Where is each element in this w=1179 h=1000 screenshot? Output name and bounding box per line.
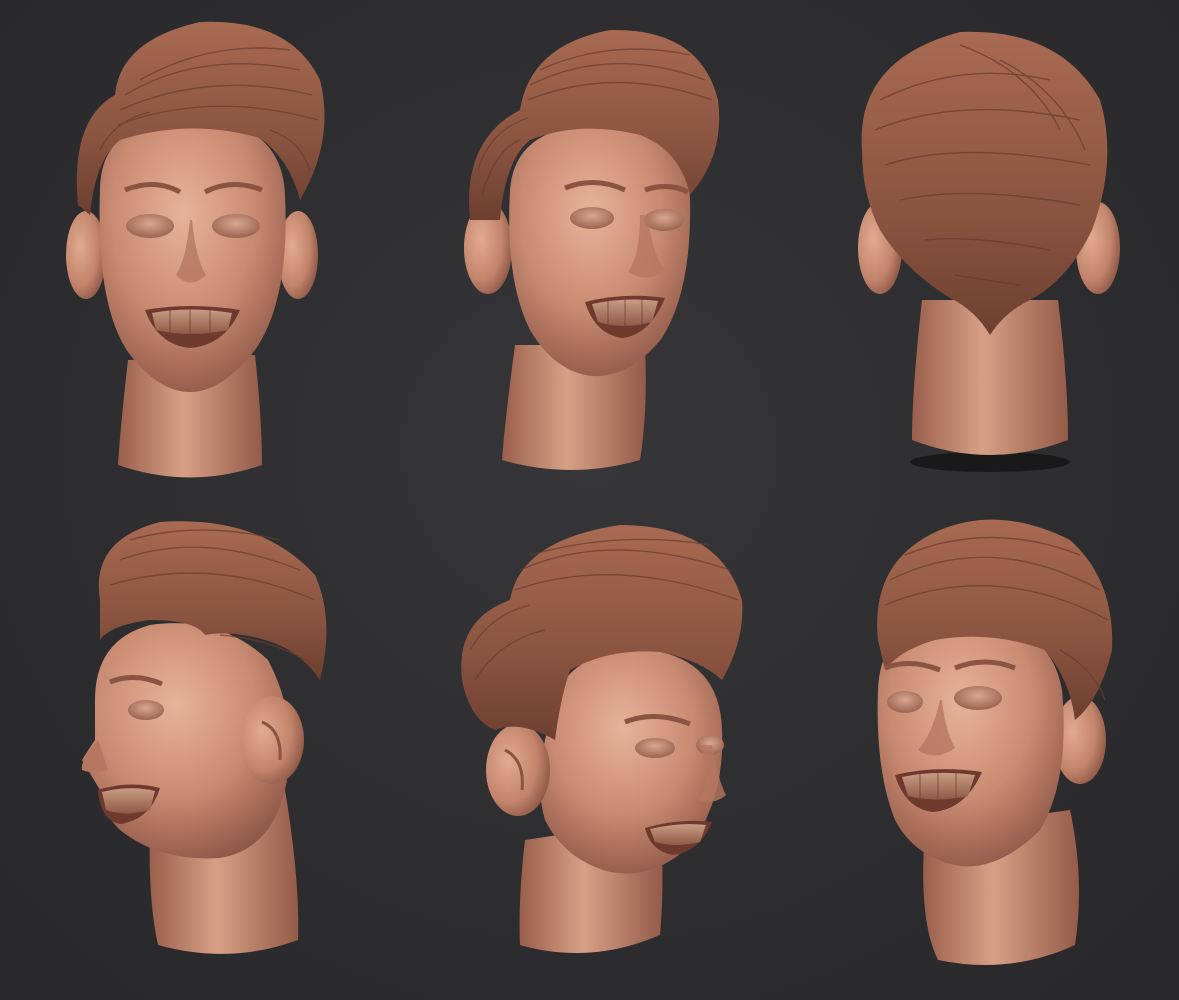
sculpt-turnaround-sheet: [0, 0, 1179, 1000]
head-back-icon: [858, 31, 1120, 472]
head-three-quarter-icon: [461, 525, 743, 953]
head-profile-icon: [81, 521, 327, 954]
head-back-view: [858, 31, 1120, 472]
head-three-quarter-view-low: [877, 519, 1113, 965]
head-three-quarter-icon: [464, 29, 720, 470]
head-three-quarter-view-upper: [464, 29, 720, 470]
head-front-icon: [66, 21, 325, 478]
head-three-quarter-view-right: [461, 525, 743, 953]
sculpt-render-canvas: [66, 21, 1120, 965]
head-front-view: [66, 21, 325, 478]
head-three-quarter-icon: [877, 519, 1113, 965]
head-profile-view: [81, 521, 327, 954]
